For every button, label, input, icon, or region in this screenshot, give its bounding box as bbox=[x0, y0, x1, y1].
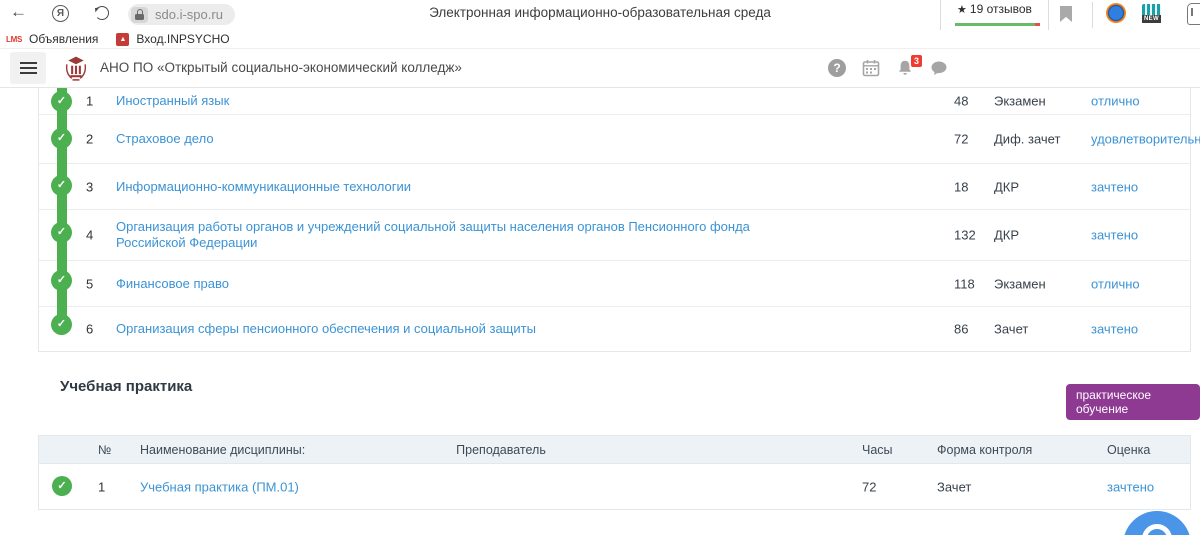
bookmark-icon[interactable] bbox=[1060, 6, 1072, 22]
rating-bar bbox=[955, 23, 1035, 26]
browser-toolbar: sdo.i-spo.ru Электронная информационно-о… bbox=[0, 0, 1200, 30]
table-row: 6 Организация сферы пенсионного обеспече… bbox=[39, 307, 1190, 351]
header-grade: Оценка bbox=[1107, 443, 1150, 457]
inpsycho-favicon bbox=[116, 33, 129, 46]
row-number: 2 bbox=[86, 132, 93, 147]
header-teacher: Преподаватель bbox=[401, 443, 601, 457]
section-heading: Учебная практика bbox=[60, 378, 192, 395]
header-number: № bbox=[98, 443, 111, 457]
table-row: 1 Учебная практика (ПМ.01) 72 Зачет зачт… bbox=[39, 464, 1190, 509]
control-form: Диф. зачет bbox=[994, 132, 1060, 147]
site-reviews-button[interactable]: 19 отзывов bbox=[940, 0, 1049, 30]
header-icons: ? 3 bbox=[828, 49, 948, 87]
control-form: ДКР bbox=[994, 228, 1019, 243]
row-number: 5 bbox=[86, 276, 93, 291]
grade-link[interactable]: зачтено bbox=[1091, 228, 1138, 243]
table-row: 3 Информационно-коммуникационные техноло… bbox=[39, 164, 1190, 210]
control-form: Экзамен bbox=[994, 276, 1046, 291]
grade-link[interactable]: отлично bbox=[1091, 276, 1140, 291]
toolbar-divider bbox=[1092, 2, 1093, 28]
college-logo bbox=[62, 54, 90, 83]
row-number: 1 bbox=[98, 479, 105, 494]
hours-value: 72 bbox=[954, 132, 968, 147]
menu-icon[interactable] bbox=[10, 52, 46, 84]
hand-icon[interactable] bbox=[1187, 3, 1200, 25]
hours-value: 18 bbox=[954, 179, 968, 194]
discipline-link[interactable]: Учебная практика (ПМ.01) bbox=[140, 479, 299, 494]
lock-icon[interactable] bbox=[131, 7, 148, 23]
row-number: 6 bbox=[86, 322, 93, 337]
back-icon[interactable] bbox=[10, 2, 27, 22]
check-circle-icon bbox=[51, 91, 72, 112]
profile-avatar-icon[interactable] bbox=[1106, 3, 1126, 23]
progress-timeline bbox=[57, 88, 67, 328]
chat-widget-button[interactable] bbox=[1123, 511, 1191, 535]
table-row: 2 Страховое дело 72 Диф. зачет удовлетво… bbox=[39, 115, 1190, 164]
extension-new-icon[interactable]: NEW bbox=[1142, 4, 1161, 23]
yandex-icon[interactable] bbox=[52, 5, 69, 22]
hours-value: 72 bbox=[862, 479, 876, 494]
control-form: Зачет bbox=[937, 479, 971, 494]
row-number: 1 bbox=[86, 94, 93, 109]
star-icon bbox=[957, 4, 967, 16]
bookmark-login-inpsycho[interactable]: Вход.INPSYCHO bbox=[136, 32, 229, 46]
discipline-link[interactable]: Страховое дело bbox=[116, 131, 214, 147]
address-bar[interactable]: sdo.i-spo.ru bbox=[128, 4, 235, 25]
row-number: 3 bbox=[86, 179, 93, 194]
hours-value: 132 bbox=[954, 228, 976, 243]
discipline-link[interactable]: Информационно-коммуникационные технологи… bbox=[116, 178, 411, 194]
row-number: 4 bbox=[86, 228, 93, 243]
hours-value: 48 bbox=[954, 94, 968, 109]
main-content: 1 Иностранный язык 48 Экзамен отлично 2 … bbox=[0, 88, 1200, 535]
check-circle-icon bbox=[51, 270, 72, 291]
control-form: Экзамен bbox=[994, 94, 1046, 109]
rating-bar-negative bbox=[1035, 23, 1040, 26]
control-form: ДКР bbox=[994, 179, 1019, 194]
discipline-link[interactable]: Финансовое право bbox=[116, 275, 229, 291]
grade-link[interactable]: зачтено bbox=[1091, 179, 1138, 194]
header-control-form: Форма контроля bbox=[937, 443, 1032, 457]
practice-type-badge: практическое обучение bbox=[1066, 384, 1200, 420]
org-title: АНО ПО «Открытый социально-экономический… bbox=[100, 60, 462, 75]
notification-count-badge: 3 bbox=[911, 55, 922, 67]
lms-favicon: LMS bbox=[6, 35, 22, 44]
practice-table: № Наименование дисциплины: Преподаватель… bbox=[38, 435, 1191, 510]
help-icon[interactable]: ? bbox=[828, 59, 846, 77]
check-circle-icon bbox=[51, 314, 72, 335]
notifications-bell-icon[interactable]: 3 bbox=[896, 59, 914, 77]
discipline-link[interactable]: Иностранный язык bbox=[116, 93, 229, 109]
control-form: Зачет bbox=[994, 322, 1028, 337]
table-header-row: № Наименование дисциплины: Преподаватель… bbox=[39, 436, 1190, 464]
check-circle-icon bbox=[51, 222, 72, 243]
grade-link[interactable]: зачтено bbox=[1091, 322, 1138, 337]
url-text: sdo.i-spo.ru bbox=[155, 7, 223, 22]
browser-window: sdo.i-spo.ru Электронная информационно-о… bbox=[0, 0, 1200, 535]
check-circle-icon bbox=[51, 175, 72, 196]
grade-link[interactable]: отлично bbox=[1091, 94, 1140, 109]
header-discipline: Наименование дисциплины: bbox=[140, 443, 305, 457]
check-circle-icon bbox=[51, 128, 72, 149]
table-row: 4 Организация работы органов и учреждени… bbox=[39, 210, 1190, 261]
hours-value: 86 bbox=[954, 322, 968, 337]
grades-table: 1 Иностранный язык 48 Экзамен отлично 2 … bbox=[38, 88, 1191, 352]
calendar-icon[interactable] bbox=[862, 59, 880, 77]
reviews-label: 19 отзывов bbox=[941, 2, 1048, 16]
refresh-icon[interactable] bbox=[95, 6, 109, 20]
hours-value: 118 bbox=[954, 276, 975, 291]
discipline-link[interactable]: Организация сферы пенсионного обеспечени… bbox=[116, 321, 536, 337]
chat-widget-logo bbox=[1142, 524, 1172, 535]
bookmarks-bar: LMS Объявления Вход.INPSYCHO bbox=[0, 30, 1200, 49]
grade-link[interactable]: зачтено bbox=[1107, 479, 1154, 494]
table-row: 5 Финансовое право 118 Экзамен отлично bbox=[39, 261, 1190, 307]
table-row: 1 Иностранный язык 48 Экзамен отлично bbox=[39, 88, 1190, 115]
grade-link[interactable]: удовлетворительно bbox=[1091, 132, 1200, 147]
check-circle-icon bbox=[52, 476, 72, 496]
bookmark-announcements[interactable]: Объявления bbox=[29, 32, 98, 46]
messages-icon[interactable] bbox=[930, 59, 948, 77]
app-header: АНО ПО «Открытый социально-экономический… bbox=[0, 49, 1200, 88]
header-hours: Часы bbox=[862, 443, 893, 457]
new-badge: NEW bbox=[1142, 15, 1161, 23]
discipline-link[interactable]: Организация работы органов и учреждений … bbox=[116, 219, 786, 252]
